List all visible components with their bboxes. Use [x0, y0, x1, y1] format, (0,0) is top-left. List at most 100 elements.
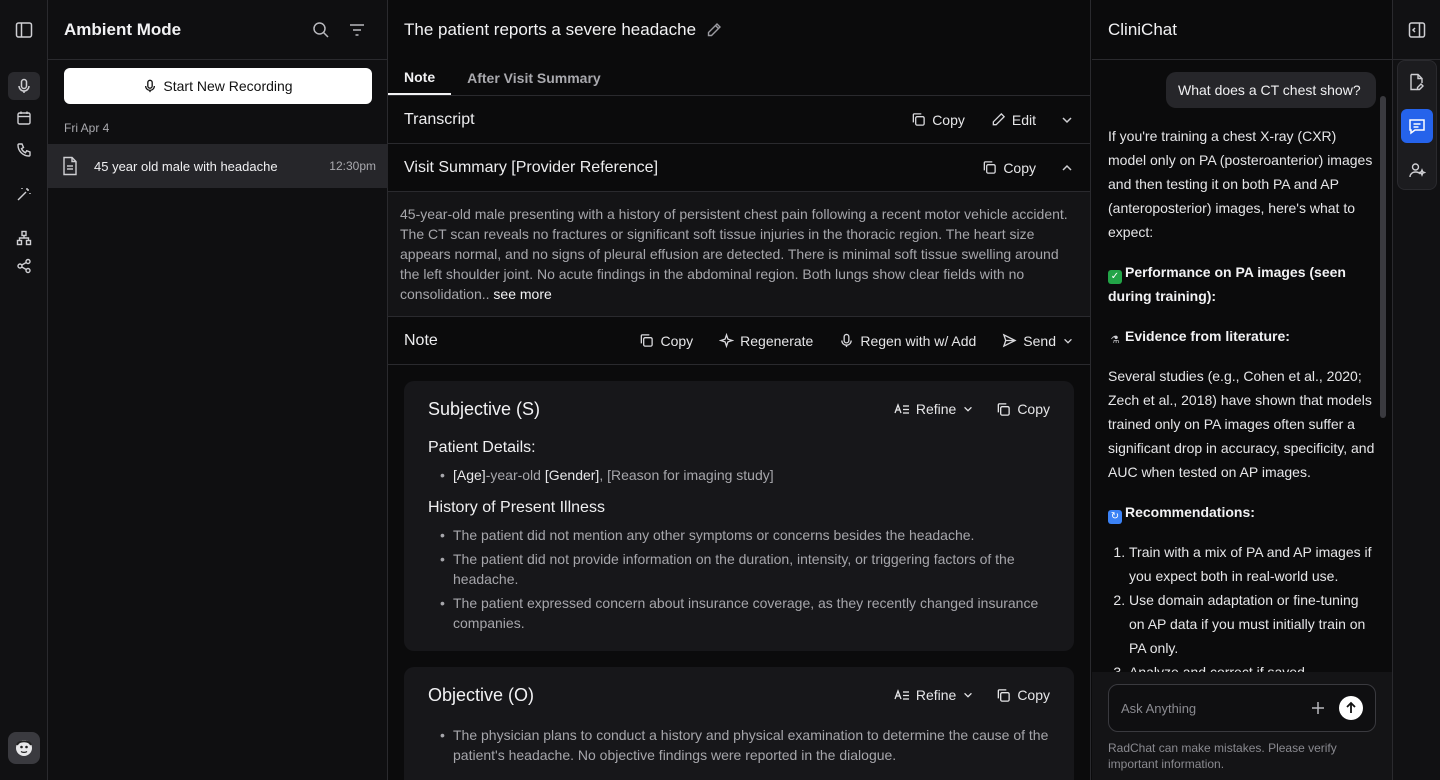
send-button[interactable]: Send: [1002, 333, 1074, 349]
evidence-heading: Evidence from literature:: [1125, 328, 1290, 344]
filter-icon[interactable]: [343, 16, 371, 44]
note-tabs: Note After Visit Summary: [388, 60, 1090, 96]
ask-input[interactable]: Ask Anything: [1108, 684, 1376, 732]
arrow-up-icon: [1346, 701, 1356, 713]
start-recording-label: Start New Recording: [163, 78, 293, 94]
see-more-link[interactable]: see more: [493, 286, 551, 302]
pencil-icon: [992, 112, 1005, 126]
list-item: The patient expressed concern about insu…: [428, 593, 1050, 633]
subjective-copy-button[interactable]: Copy: [996, 401, 1050, 417]
encounter-item[interactable]: 45 year old male with headache 12:30pm: [48, 144, 388, 188]
disclaimer: RadChat can make mistakes. Please verify…: [1108, 741, 1337, 771]
copy-icon: [641, 334, 654, 347]
patient-details-list: [Age]-year-old [Gender], [Reason for ima…: [428, 465, 1050, 485]
panel-switcher: [1397, 60, 1437, 190]
objective-title: Objective (O): [428, 684, 535, 705]
document-icon: [62, 156, 80, 176]
objective-copy-button[interactable]: Copy: [996, 687, 1050, 703]
calendar-icon[interactable]: [8, 104, 40, 132]
copy-icon: [912, 113, 925, 126]
tab-after-visit-summary[interactable]: After Visit Summary: [451, 60, 617, 95]
list-item: The physician plans to conduct a history…: [428, 725, 1050, 765]
chat-title: CliniChat: [1108, 19, 1177, 39]
phone-icon[interactable]: [8, 136, 40, 164]
encounter-time: 12:30pm: [329, 159, 376, 173]
chat-messages: What does a CT chest show? If you're tra…: [1092, 60, 1392, 672]
transcript-row[interactable]: Transcript Copy Edit: [388, 96, 1090, 144]
send-message-button[interactable]: [1339, 696, 1363, 720]
ask-placeholder: Ask Anything: [1121, 700, 1197, 716]
avatar-icon: [16, 740, 32, 756]
refine-icon: [894, 689, 909, 700]
sidebar-toggle-icon[interactable]: [8, 16, 40, 44]
chevron-up-icon[interactable]: [1060, 161, 1074, 175]
panel-collapse-icon[interactable]: [1393, 0, 1440, 60]
share-icon[interactable]: [8, 252, 40, 280]
microphone-icon[interactable]: [8, 72, 40, 100]
plus-icon[interactable]: [1311, 701, 1325, 715]
search-icon[interactable]: [307, 16, 335, 44]
visit-summary-copy-button[interactable]: Copy: [982, 160, 1036, 176]
chat-panel: CliniChat What does a CT chest show? If …: [1092, 0, 1392, 780]
subjective-refine-button[interactable]: Refine: [894, 401, 974, 417]
microscope-icon: ⚗: [1110, 335, 1120, 346]
transcript-label: Transcript: [404, 110, 475, 128]
microphone-icon: [841, 333, 853, 348]
tab-note[interactable]: Note: [388, 60, 452, 95]
note-toolbar: Note Copy Regenerate Regen with w/ Add S…: [388, 317, 1090, 365]
chevron-down-icon: [1064, 338, 1072, 344]
recycle-icon: ↻: [1108, 510, 1122, 524]
list-item: The patient did not mention any other sy…: [428, 525, 1050, 545]
sidebar-title: Ambient Mode: [64, 19, 182, 39]
visit-summary-row[interactable]: Visit Summary [Provider Reference] Copy: [388, 144, 1090, 192]
assistant-message: If you're training a chest X-ray (CXR) m…: [1108, 124, 1376, 672]
hpi-list: The patient did not mention any other sy…: [428, 525, 1050, 633]
subjective-title: Subjective (S): [428, 398, 541, 419]
encounter-sidebar: Ambient Mode Start New Recording Fri Apr…: [48, 0, 388, 780]
recommendations-list: Train with a mix of PA and AP images if …: [1108, 540, 1376, 672]
avatar[interactable]: [8, 732, 40, 764]
regenerate-button[interactable]: Regenerate: [719, 333, 813, 349]
transcript-edit-button[interactable]: Edit: [991, 112, 1036, 128]
copy-icon: [998, 402, 1011, 416]
chat-icon[interactable]: [1401, 109, 1433, 143]
subjective-card: Subjective (S) Refine Copy Patient Detai…: [404, 381, 1074, 651]
chevron-down-icon[interactable]: [1060, 113, 1074, 127]
list-item: Use domain adaptation or fine-tuning on …: [1129, 588, 1376, 660]
note-label: Note: [404, 331, 438, 349]
chat-composer: Ask Anything RadChat can make mistakes. …: [1092, 672, 1392, 780]
visit-summary-text: 45-year-old male presenting with a histo…: [388, 192, 1090, 317]
start-recording-button[interactable]: Start New Recording: [64, 68, 372, 104]
encounter-title: 45 year old male with headache: [94, 158, 278, 174]
right-rail: [1392, 0, 1440, 780]
chat-scrollbar[interactable]: [1380, 96, 1386, 418]
sidebar-header: Ambient Mode: [48, 0, 387, 60]
microphone-icon: [145, 79, 156, 93]
transcript-copy-button[interactable]: Copy: [911, 112, 965, 128]
visit-summary-label: Visit Summary [Provider Reference]: [404, 158, 659, 176]
objective-card: Objective (O) Refine Copy The physician …: [404, 667, 1074, 780]
chevron-down-icon: [964, 692, 973, 698]
objective-refine-button[interactable]: Refine: [894, 687, 974, 703]
assistant-icon[interactable]: [1401, 153, 1433, 187]
objective-list: The physician plans to conduct a history…: [428, 725, 1050, 765]
note-copy-button[interactable]: Copy: [639, 333, 693, 349]
response-intro: If you're training a chest X-ray (CXR) m…: [1108, 128, 1373, 240]
list-item: Analyze and correct if saved...: [1129, 660, 1376, 672]
note-header: The patient reports a severe headache: [388, 0, 1090, 60]
date-group-label: Fri Apr 4: [64, 121, 110, 135]
edit-title-icon[interactable]: [706, 22, 722, 38]
recommendations-heading: Recommendations:: [1125, 504, 1255, 520]
regen-with-add-button[interactable]: Regen with w/ Add: [839, 333, 976, 349]
hierarchy-icon[interactable]: [8, 224, 40, 252]
sparkle-icon: [719, 333, 735, 348]
chevron-down-icon: [964, 406, 973, 412]
document-edit-icon[interactable]: [1401, 65, 1433, 99]
app-rail: [0, 0, 48, 780]
magic-wand-icon[interactable]: [8, 180, 40, 208]
list-item: Train with a mix of PA and AP images if …: [1129, 540, 1376, 588]
check-icon: ✓: [1108, 270, 1122, 284]
evidence-text: Several studies (e.g., Cohen et al., 202…: [1108, 368, 1375, 480]
chat-header: CliniChat: [1092, 0, 1392, 60]
list-item: [Age]-year-old [Gender], [Reason for ima…: [428, 465, 1050, 485]
